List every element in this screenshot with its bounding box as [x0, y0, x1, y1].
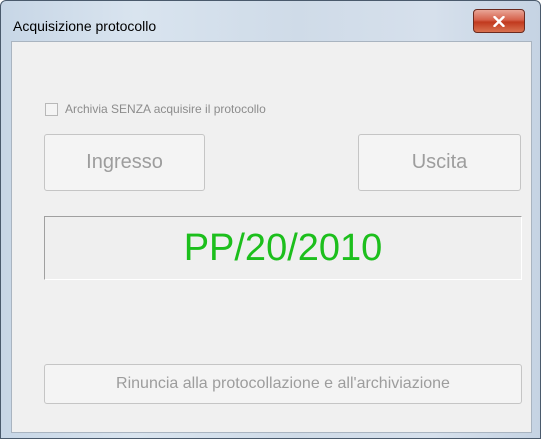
- dialog-content: Archivia SENZA acquisire il protocollo I…: [11, 41, 532, 433]
- archive-without-protocol-checkbox[interactable]: [45, 102, 58, 116]
- dialog-window: Acquisizione protocollo Archivia SENZA a…: [0, 0, 541, 439]
- uscita-button[interactable]: Uscita: [358, 134, 521, 191]
- close-x-icon: [493, 15, 505, 27]
- archive-without-protocol-option[interactable]: Archivia SENZA acquisire il protocollo: [45, 102, 266, 116]
- close-button[interactable]: [473, 9, 525, 33]
- title-bar[interactable]: Acquisizione protocollo: [1, 1, 540, 41]
- rinuncia-button[interactable]: Rinuncia alla protocollazione e all'arch…: [44, 364, 522, 404]
- archive-without-protocol-label: Archivia SENZA acquisire il protocollo: [65, 102, 266, 116]
- window-title: Acquisizione protocollo: [13, 18, 157, 34]
- ingresso-button[interactable]: Ingresso: [44, 134, 205, 191]
- protocol-number-panel: PP/20/2010: [44, 216, 522, 280]
- protocol-number: PP/20/2010: [183, 227, 383, 269]
